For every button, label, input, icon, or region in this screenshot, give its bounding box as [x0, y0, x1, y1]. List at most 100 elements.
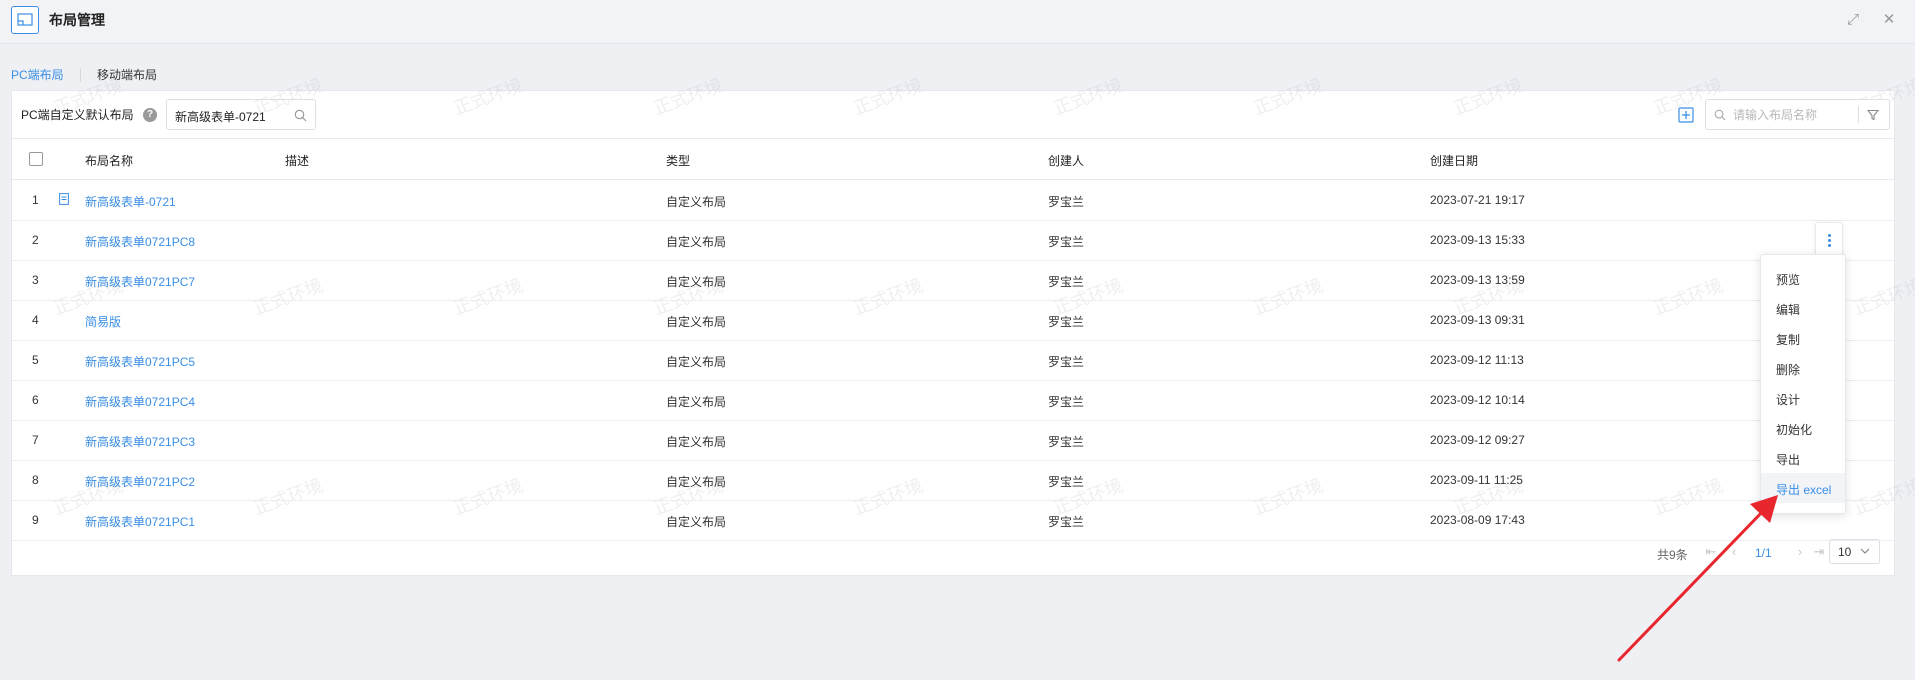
search-divider: [1858, 106, 1859, 123]
menu-item-export[interactable]: 导出: [1761, 443, 1845, 473]
tab-divider: [80, 68, 81, 82]
row-index: 1: [32, 193, 39, 207]
layout-name-link[interactable]: 简易版: [85, 313, 121, 330]
document-icon: [59, 193, 69, 205]
layout-type: 自定义布局: [666, 355, 727, 369]
close-icon[interactable]: ✕: [1879, 10, 1899, 30]
layout-creator: 罗宝兰: [1048, 395, 1085, 409]
default-layout-value: 新高级表单-0721: [175, 110, 266, 124]
more-vertical-icon: [1828, 234, 1831, 237]
annotation-arrow: [1617, 495, 1778, 662]
row-index: 6: [32, 393, 39, 407]
layout-creator: 罗宝兰: [1048, 435, 1085, 449]
menu-item-label: 预览: [1776, 273, 1801, 287]
default-layout-select[interactable]: 新高级表单-0721: [166, 99, 316, 130]
chevron-down-icon: [1860, 548, 1870, 554]
more-vertical-icon: [1828, 239, 1831, 242]
column-header-creator[interactable]: 创建人: [1048, 152, 1084, 169]
page-size-value: 10: [1838, 545, 1852, 559]
layout-type: 自定义布局: [666, 195, 727, 209]
layout-date: 2023-07-21 19:17: [1430, 193, 1525, 207]
layout-date: 2023-08-09 17:43: [1430, 513, 1525, 527]
menu-item-label: 设计: [1776, 393, 1801, 407]
menu-item-label: 初始化: [1776, 423, 1813, 437]
layout-name-link[interactable]: 新高级表单0721PC4: [85, 393, 195, 410]
menu-item-design[interactable]: 设计: [1761, 383, 1845, 413]
menu-item-label: 删除: [1776, 363, 1801, 377]
menu-item-delete[interactable]: 删除: [1761, 353, 1845, 383]
layout-type: 自定义布局: [666, 275, 727, 289]
layout-creator: 罗宝兰: [1048, 475, 1085, 489]
layout-date: 2023-09-12 09:27: [1430, 433, 1525, 447]
layout-creator: 罗宝兰: [1048, 275, 1085, 289]
expand-icon[interactable]: ⤢: [1843, 10, 1863, 30]
add-layout-button[interactable]: [1678, 107, 1694, 123]
search-input[interactable]: [1733, 106, 1858, 124]
default-layout-label: PC端自定义默认布局: [21, 108, 134, 122]
layout-creator: 罗宝兰: [1048, 195, 1085, 209]
menu-item-preview[interactable]: 预览: [1761, 263, 1845, 293]
layout-date: 2023-09-12 11:13: [1430, 353, 1524, 367]
row-index: 4: [32, 313, 39, 327]
row-more-button[interactable]: [1815, 222, 1843, 258]
menu-item-copy[interactable]: 复制: [1761, 323, 1845, 353]
search-icon: [294, 109, 307, 122]
table-row[interactable]: 5 新高级表单0721PC5 自定义布局 罗宝兰 2023-09-12 11:1…: [12, 340, 1894, 381]
layout-type: 自定义布局: [666, 395, 727, 409]
layout-date: 2023-09-13 15:33: [1430, 233, 1525, 247]
more-vertical-icon: [1828, 244, 1831, 247]
search-icon: [1714, 109, 1726, 121]
layout-name-link[interactable]: 新高级表单0721PC7: [85, 273, 195, 290]
layout-date: 2023-09-13 09:31: [1430, 313, 1525, 327]
filter-icon[interactable]: [1867, 109, 1879, 121]
tab-mobile-layout[interactable]: 移动端布局: [97, 66, 157, 83]
layout-name-link[interactable]: 新高级表单0721PC5: [85, 353, 195, 370]
layout-date: 2023-09-11 11:25: [1430, 473, 1523, 487]
layout-name-link[interactable]: 新高级表单0721PC3: [85, 433, 195, 450]
layout-icon: [11, 6, 39, 34]
layout-name-link[interactable]: 新高级表单0721PC1: [85, 513, 195, 530]
table-row[interactable]: 7 新高级表单0721PC3 自定义布局 罗宝兰 2023-09-12 09:2…: [12, 420, 1894, 461]
table-row[interactable]: 3 新高级表单0721PC7 自定义布局 罗宝兰 2023-09-13 13:5…: [12, 260, 1894, 301]
table-row[interactable]: 1 新高级表单-0721 自定义布局 罗宝兰 2023-07-21 19:17: [12, 180, 1894, 221]
menu-item-initialize[interactable]: 初始化: [1761, 413, 1845, 443]
table-row[interactable]: 2 新高级表单0721PC8 自定义布局 罗宝兰 2023-09-13 15:3…: [12, 220, 1894, 261]
row-index: 5: [32, 353, 39, 367]
select-all-checkbox[interactable]: [29, 152, 43, 166]
layout-creator: 罗宝兰: [1048, 315, 1085, 329]
layout-date: 2023-09-12 10:14: [1430, 393, 1525, 407]
layout-type: 自定义布局: [666, 315, 727, 329]
table-row[interactable]: 4 简易版 自定义布局 罗宝兰 2023-09-13 09:31: [12, 300, 1894, 341]
layout-type: 自定义布局: [666, 435, 727, 449]
layout-creator: 罗宝兰: [1048, 355, 1085, 369]
layout-name-link[interactable]: 新高级表单-0721: [85, 193, 176, 210]
column-header-name[interactable]: 布局名称: [85, 152, 133, 169]
column-header-description[interactable]: 描述: [285, 152, 309, 169]
title-bar: 布局管理 ⤢ ✕: [0, 0, 1915, 44]
row-index: 7: [32, 433, 39, 447]
layout-type: 自定义布局: [666, 235, 727, 249]
menu-item-label: 复制: [1776, 333, 1801, 347]
menu-item-edit[interactable]: 编辑: [1761, 293, 1845, 323]
layout-creator: 罗宝兰: [1048, 235, 1085, 249]
last-page-icon[interactable]: ⇥: [1812, 544, 1826, 560]
column-header-date[interactable]: 创建日期: [1430, 152, 1478, 169]
layout-creator: 罗宝兰: [1048, 515, 1085, 529]
layout-name-link[interactable]: 新高级表单0721PC2: [85, 473, 195, 490]
row-index: 2: [32, 233, 39, 247]
plus-square-icon: [1678, 107, 1694, 123]
table-row[interactable]: 6 新高级表单0721PC4 自定义布局 罗宝兰 2023-09-12 10:1…: [12, 380, 1894, 421]
row-context-menu: 预览 编辑 复制 删除 设计 初始化 导出 导出 excel: [1760, 254, 1846, 514]
column-header-type[interactable]: 类型: [666, 152, 690, 169]
toolbar: PC端自定义默认布局 ? 新高级表单-0721: [12, 91, 1894, 139]
tab-pc-layout[interactable]: PC端布局: [11, 66, 64, 83]
row-index: 3: [32, 273, 39, 287]
page-title: 布局管理: [49, 12, 105, 28]
layout-date: 2023-09-13 13:59: [1430, 273, 1525, 287]
layout-type: 自定义布局: [666, 515, 727, 529]
page-size-select[interactable]: 10: [1829, 539, 1880, 564]
question-circle-icon[interactable]: ?: [143, 108, 157, 122]
layout-type: 自定义布局: [666, 475, 727, 489]
table-header: 布局名称 描述 类型 创建人 创建日期: [12, 138, 1894, 180]
layout-name-link[interactable]: 新高级表单0721PC8: [85, 233, 195, 250]
